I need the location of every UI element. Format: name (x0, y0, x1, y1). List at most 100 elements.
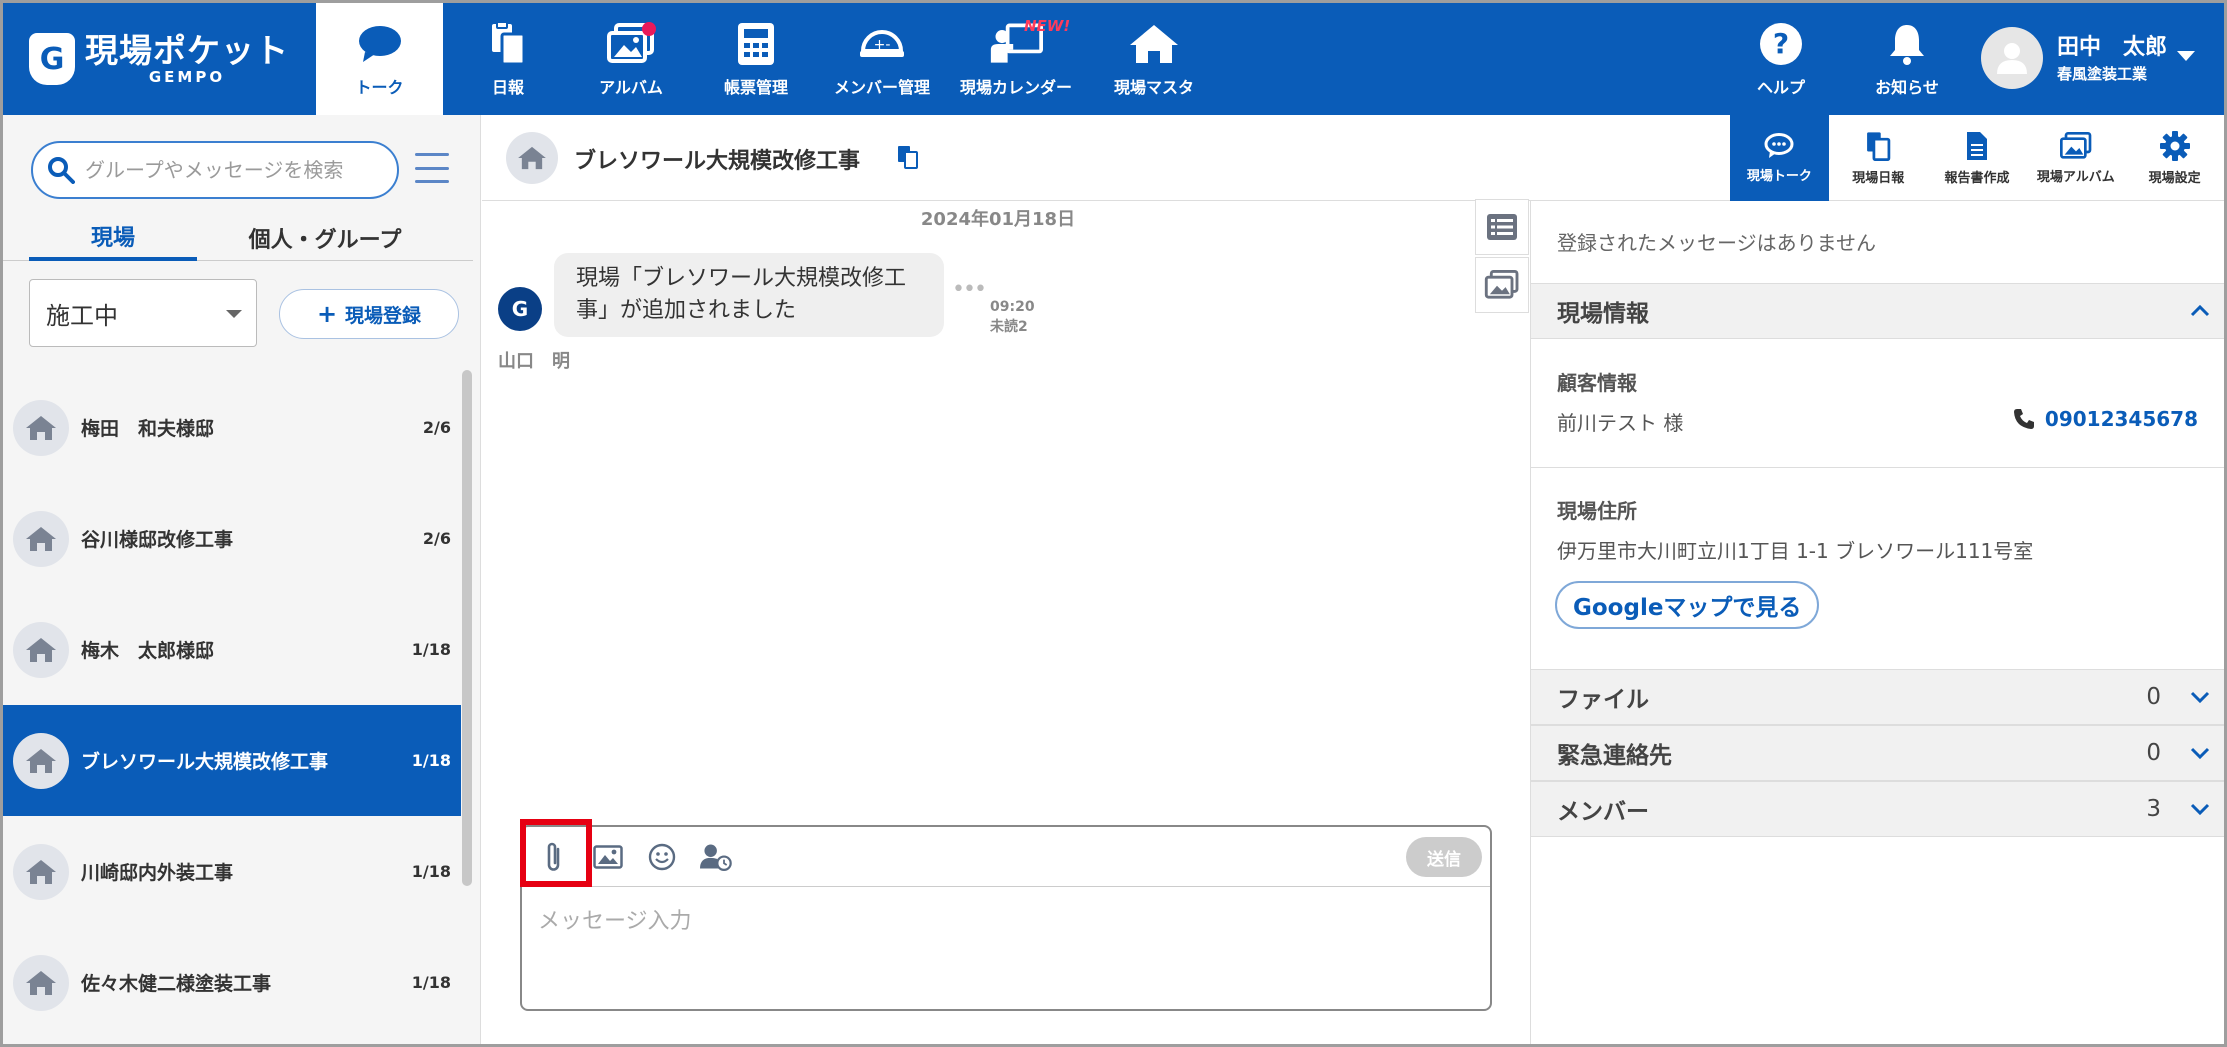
chat-header: ブレソワール大規模改修工事 (482, 115, 1730, 201)
customer-label: 顧客情報 (1557, 371, 1637, 395)
members-section-header[interactable]: メンバー 3 (1531, 781, 2224, 837)
site-count: 1/18 (411, 973, 451, 992)
site-name: 川崎邸内外装工事 (81, 862, 234, 884)
nav-site-master-label: 現場マスタ (1113, 78, 1194, 97)
documents-icon (481, 20, 535, 68)
nav-talk[interactable]: トーク (316, 3, 443, 115)
menu-icon[interactable] (415, 153, 449, 183)
list-view-button[interactable] (1475, 199, 1529, 255)
house-icon (13, 399, 69, 456)
site-list-item[interactable]: 佐々木健二様塗装工事 1/18 (3, 927, 461, 1038)
message-meta: 09:20 未読2 (990, 297, 1035, 337)
documents-icon (1867, 131, 1891, 161)
search-input[interactable] (85, 158, 385, 182)
chevron-down-icon (2190, 747, 2210, 760)
tab-site-talk[interactable]: 現場トーク (1730, 115, 1829, 201)
tab-report-create-label: 報告書作成 (1944, 170, 2010, 186)
site-tabs: 現場トーク 現場日報 報告書作成 現場アルバム 現場設定 (1730, 115, 2224, 201)
date-separator: 2024年01月18日 (920, 209, 1076, 230)
nav-daily-report-label: 日報 (491, 78, 524, 97)
user-menu-caret-icon[interactable] (2177, 51, 2195, 61)
user-avatar (1981, 27, 2043, 89)
house-icon (13, 732, 69, 789)
copy-icon[interactable] (897, 145, 919, 173)
image-icon (593, 844, 623, 869)
site-count: 1/18 (411, 640, 451, 659)
more-options-icon[interactable]: ••• (952, 277, 987, 302)
attach-highlight-box (520, 819, 592, 887)
hardhat-icon: +- (855, 20, 909, 68)
add-site-button[interactable]: + 現場登録 (279, 289, 459, 339)
user-name: 田中 太郎 (2057, 34, 2168, 60)
tab-site-album[interactable]: 現場アルバム (2026, 115, 2125, 201)
tab-report-create[interactable]: 報告書作成 (1928, 115, 2027, 201)
house-icon (13, 621, 69, 678)
help-icon: ? (1754, 20, 1808, 68)
site-count: 1/18 (411, 862, 451, 881)
top-header: G 現場ポケット GEMPO トーク 日報 アルバム 帳票管理 +- メンバー管… (3, 3, 2224, 115)
user-company: 春風塗装工業 (2057, 64, 2148, 83)
message-input[interactable] (522, 889, 1490, 1007)
status-filter-select[interactable]: 施工中 (29, 279, 257, 347)
message-bubble[interactable]: 現場「ブレソワール大規模改修工事」が追加されました (554, 253, 944, 337)
tab-personal-groups[interactable]: 個人・グループ (225, 215, 425, 261)
customer-phone-link[interactable]: 09012345678 (2013, 407, 2198, 431)
house-icon (1127, 20, 1181, 68)
nav-daily-report[interactable]: 日報 (463, 3, 553, 115)
customer-name: 前川テスト 様 (1557, 411, 1684, 435)
site-list-item[interactable]: 川崎邸内外装工事 1/18 (3, 816, 461, 927)
files-section-title: ファイル (1557, 687, 1649, 713)
message-unread: 未読2 (990, 319, 1028, 335)
plus-icon: + (316, 300, 338, 328)
chevron-down-icon (2190, 691, 2210, 704)
emoji-button[interactable] (646, 841, 678, 873)
no-messages-text: 登録されたメッセージはありません (1557, 231, 1876, 255)
nav-album-label: アルバム (599, 78, 663, 97)
house-icon (13, 843, 69, 900)
nav-members[interactable]: +- メンバー管理 (829, 3, 935, 115)
tab-site-daily-report-label: 現場日報 (1852, 170, 1905, 186)
tab-site-talk-label: 現場トーク (1746, 168, 1812, 184)
files-section-header[interactable]: ファイル 0 (1531, 669, 2224, 725)
site-list-item[interactable]: 谷川様邸改修工事 2/6 (3, 483, 461, 594)
nav-site-master[interactable]: 現場マスタ (1106, 3, 1202, 115)
chat-bubble-icon (353, 20, 407, 68)
gear-icon (2159, 130, 2190, 161)
user-menu[interactable]: 田中 太郎 春風塗装工業 (1981, 27, 2167, 89)
site-address: 伊万里市大川町立川1丁目 1-1 ブレソワール111号室 (1557, 539, 2034, 563)
site-list-item[interactable]: 梅木 太郎様邸 1/18 (3, 594, 461, 705)
app-logo[interactable]: G 現場ポケット GEMPO (29, 33, 289, 85)
site-info-section-header[interactable]: 現場情報 (1531, 283, 2224, 339)
site-list-item-selected[interactable]: ブレソワール大規模改修工事 1/18 (3, 705, 461, 816)
google-map-button[interactable]: Googleマップで見る (1555, 581, 1820, 629)
house-icon (13, 510, 69, 567)
tab-site-settings-label: 現場設定 (2148, 170, 2201, 186)
site-count: 2/6 (422, 418, 451, 437)
help-button[interactable]: ? ヘルプ (1741, 3, 1821, 115)
message-composer: 送信 (520, 819, 1492, 1011)
search-box[interactable] (31, 141, 399, 199)
attach-image-button[interactable] (592, 841, 624, 873)
emergency-contacts-section-header[interactable]: 緊急連絡先 0 (1531, 725, 2224, 781)
site-name: 谷川様邸改修工事 (81, 529, 234, 551)
site-list-item[interactable]: 梅田 和夫様邸 2/6 (3, 372, 461, 483)
house-icon (13, 954, 69, 1011)
tab-site-album-label: 現場アルバム (2036, 169, 2115, 185)
sidebar-scrollbar[interactable] (462, 370, 472, 886)
tab-sites[interactable]: 現場 (29, 215, 197, 261)
emergency-contacts-count: 0 (2146, 740, 2161, 766)
emergency-contacts-title: 緊急連絡先 (1557, 743, 1672, 769)
nav-album[interactable]: アルバム (581, 3, 681, 115)
phone-icon (2013, 409, 2034, 429)
chat-title: ブレソワール大規模改修工事 (574, 149, 861, 174)
nav-forms[interactable]: 帳票管理 (708, 3, 804, 115)
tab-site-daily-report[interactable]: 現場日報 (1829, 115, 1928, 201)
album-icon (604, 20, 658, 68)
scheduled-message-button[interactable] (700, 841, 732, 873)
site-count: 2/6 (422, 529, 451, 548)
notifications-button[interactable]: お知らせ (1865, 3, 1949, 115)
tab-site-settings[interactable]: 現場設定 (2125, 115, 2224, 201)
photo-view-button[interactable] (1475, 257, 1529, 313)
send-button[interactable]: 送信 (1406, 837, 1482, 877)
svg-text:?: ? (1773, 27, 1789, 60)
